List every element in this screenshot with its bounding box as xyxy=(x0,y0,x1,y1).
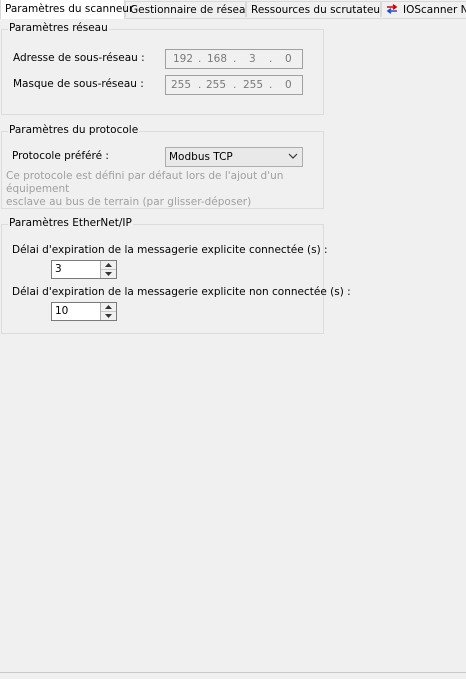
subnet-address-field[interactable]: 192 . 168 . 3 . 0 xyxy=(165,49,303,69)
octet-dot: . xyxy=(269,53,273,65)
subnet-address-label: Adresse de sous-réseau : xyxy=(13,52,145,64)
hint-line: esclave au bus de terrain (par glisser-d… xyxy=(6,196,252,208)
octet-dot: . xyxy=(233,79,237,91)
tab-strip: Paramètres du scanneur Gestionnaire de r… xyxy=(0,0,466,19)
connected-timeout-label: Délai d'expiration de la messagerie expl… xyxy=(12,244,328,256)
subnet-mask-field[interactable]: 255 . 255 . 255 . 0 xyxy=(165,75,303,95)
caret-up-icon xyxy=(105,305,112,309)
increment-button[interactable] xyxy=(101,303,116,312)
caret-up-icon xyxy=(105,263,112,267)
octet-3: 255 xyxy=(243,79,264,91)
octet-dot: . xyxy=(198,79,202,91)
octet-1: 192 xyxy=(173,53,194,65)
preferred-protocol-select[interactable]: Modbus TCP xyxy=(165,147,303,167)
octet-dot: . xyxy=(198,53,202,65)
connected-timeout-value: 3 xyxy=(55,263,62,275)
decrement-button[interactable] xyxy=(101,270,116,278)
group-title: Paramètres du protocole xyxy=(8,124,140,136)
caret-down-icon xyxy=(105,272,112,276)
spinner-buttons xyxy=(100,303,116,320)
unconnected-timeout-spinner[interactable]: 10 xyxy=(51,302,117,321)
tab-scanner-resources[interactable]: Ressources du scrutateur xyxy=(246,1,385,17)
spinner-buttons xyxy=(100,261,116,278)
hint-line: Ce protocole est défini par défaut lors … xyxy=(6,170,284,195)
tab-label: IOScanner N xyxy=(403,4,466,16)
unconnected-timeout-label: Délai d'expiration de la messagerie expl… xyxy=(12,286,351,298)
increment-button[interactable] xyxy=(101,261,116,270)
chevron-down-icon xyxy=(288,151,298,161)
decrement-button[interactable] xyxy=(101,312,116,320)
octet-dot: . xyxy=(233,53,237,65)
unconnected-timeout-value: 10 xyxy=(55,305,69,317)
bottom-divider xyxy=(0,672,466,673)
group-title: Paramètres EtherNet/IP xyxy=(8,217,133,229)
group-title: Paramètres réseau xyxy=(8,22,109,34)
octet-2: 168 xyxy=(207,53,228,65)
tab-scanner-settings[interactable]: Paramètres du scanneur xyxy=(0,0,133,19)
tab-label: Ressources du scrutateur xyxy=(251,4,385,16)
protocol-settings-group: Paramètres du protocole Protocole préfér… xyxy=(1,124,324,209)
protocol-hint: Ce protocole est défini par défaut lors … xyxy=(6,170,322,209)
tab-label: Paramètres du scanneur xyxy=(5,3,134,15)
octet-dot: . xyxy=(269,79,273,91)
octet-4: 0 xyxy=(285,53,292,65)
octet-3: 3 xyxy=(249,53,256,65)
octet-4: 0 xyxy=(285,79,292,91)
preferred-protocol-label: Protocole préféré : xyxy=(12,150,109,162)
ethernetip-settings-group: Paramètres EtherNet/IP Délai d'expiratio… xyxy=(1,217,351,334)
subnet-mask-label: Masque de sous-réseau : xyxy=(13,78,144,90)
network-settings-group: Paramètres réseau Adresse de sous-réseau… xyxy=(1,22,324,115)
octet-2: 255 xyxy=(206,79,227,91)
preferred-protocol-value: Modbus TCP xyxy=(169,151,233,163)
caret-down-icon xyxy=(105,314,112,318)
tab-label: Gestionnaire de réseau xyxy=(130,4,253,16)
arrows-exchange-icon xyxy=(386,3,398,14)
connected-timeout-spinner[interactable]: 3 xyxy=(51,260,117,279)
octet-1: 255 xyxy=(171,79,192,91)
tab-network-manager[interactable]: Gestionnaire de réseau xyxy=(125,1,252,17)
tab-ioscanner[interactable]: IOScanner N xyxy=(381,1,466,17)
